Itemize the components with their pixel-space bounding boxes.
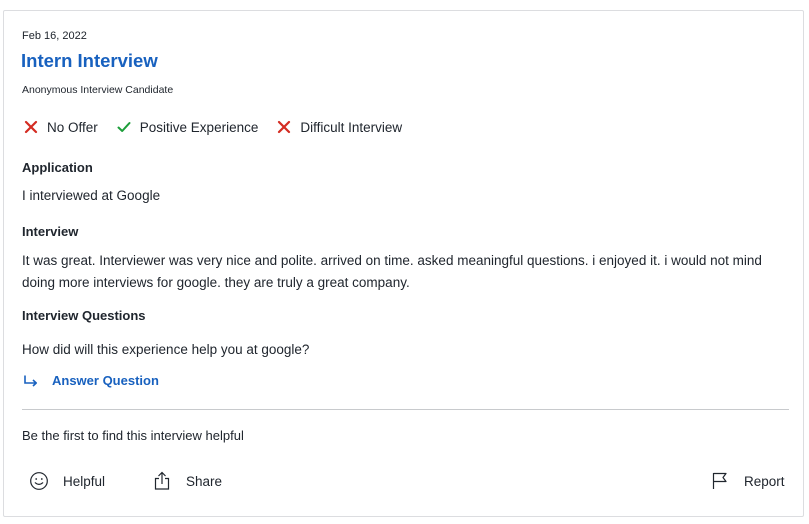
interview-text: It was great. Interviewer was very nice …	[22, 253, 762, 290]
answer-question-label: Answer Question	[52, 373, 159, 388]
x-icon	[24, 120, 38, 134]
interview-review-card: Feb 16, 2022 Intern Interview Anonymous …	[3, 10, 804, 517]
rating-experience: Positive Experience	[117, 119, 259, 135]
review-date: Feb 16, 2022	[22, 30, 87, 42]
rating-label: No Offer	[47, 119, 98, 135]
report-label: Report	[744, 473, 785, 489]
divider	[22, 409, 789, 410]
interview-questions-heading: Interview Questions	[22, 308, 146, 323]
share-label: Share	[186, 473, 223, 489]
review-ratings: No Offer Positive Experience Difficult I…	[24, 116, 421, 138]
answer-question-link[interactable]: Answer Question	[23, 373, 159, 388]
rating-label: Difficult Interview	[300, 119, 403, 135]
rating-offer: No Offer	[24, 120, 98, 135]
smiley-icon	[30, 472, 48, 490]
review-title-link[interactable]: Intern Interview	[21, 50, 158, 72]
rating-difficulty: Difficult Interview	[277, 120, 402, 135]
reply-arrow-icon	[24, 375, 37, 387]
share-icon	[154, 471, 170, 490]
helpful-prompt: Be the first to find this interview help…	[22, 428, 244, 443]
interview-question-text: How did will this experience help you at…	[22, 342, 310, 357]
application-heading: Application	[22, 160, 93, 175]
rating-label: Positive Experience	[139, 119, 259, 135]
helpful-button[interactable]: Helpful	[29, 471, 105, 491]
interview-heading: Interview	[22, 224, 79, 239]
share-button[interactable]: Share	[152, 471, 222, 491]
review-author: Anonymous Interview Candidate	[22, 84, 174, 96]
x-icon	[278, 120, 291, 134]
flag-icon	[712, 472, 727, 489]
application-text: I interviewed at Google	[22, 188, 161, 203]
report-button[interactable]: Report	[710, 471, 785, 491]
helpful-label: Helpful	[63, 473, 106, 489]
check-icon	[117, 122, 131, 132]
